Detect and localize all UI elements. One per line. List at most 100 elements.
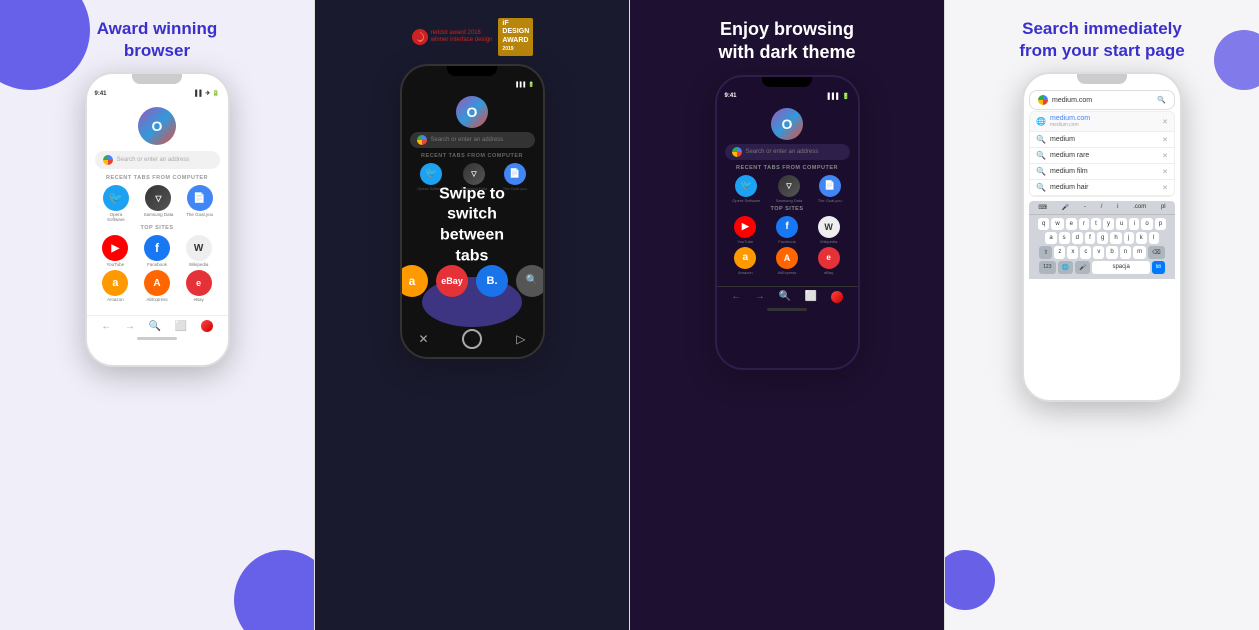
suggestion-1[interactable]: 🔍 medium ✕	[1030, 132, 1174, 148]
forward-icon[interactable]: →	[125, 321, 135, 332]
deco-shape-tr	[1214, 30, 1259, 90]
suggestion-close-4[interactable]: ✕	[1162, 184, 1168, 192]
search-bar-3[interactable]: Search or enter an address	[725, 144, 850, 160]
signal-2: ▌▌▌ 🔋	[516, 82, 534, 88]
search-icon-4: 🔍	[1036, 183, 1046, 192]
search-3[interactable]: 🔍	[779, 291, 791, 302]
key-x[interactable]: x	[1067, 246, 1078, 259]
key-c[interactable]: c	[1080, 246, 1091, 259]
search-bar-dark[interactable]: Search or enter an address	[410, 132, 535, 148]
recent-icons-row: 🐦 Opera Software ▽ Samsung Data 📄 The Go…	[95, 185, 220, 222]
facebook-label: Facebook	[147, 262, 167, 267]
key-return[interactable]: ldi	[1152, 261, 1165, 274]
top-sites-row2: a Amazon A AliExpress e eBay	[95, 270, 220, 302]
key-y[interactable]: y	[1103, 218, 1114, 230]
key-a[interactable]: a	[1045, 232, 1056, 244]
key-123[interactable]: 123	[1039, 261, 1055, 274]
panel-3-title: Enjoy browsingwith dark theme	[718, 18, 855, 65]
home-indicator	[137, 337, 177, 340]
suggestion-2[interactable]: 🔍 medium rare ✕	[1030, 148, 1174, 164]
key-n[interactable]: n	[1120, 246, 1131, 259]
panel-dark-theme: Enjoy browsingwith dark theme 9:41 ▌▌▌ 🔋…	[630, 0, 944, 630]
search-bar-active[interactable]: medium.com 🔍	[1029, 90, 1175, 110]
search-bar[interactable]: Search or enter an address	[95, 151, 220, 169]
key-k[interactable]: k	[1136, 232, 1147, 244]
key-l[interactable]: l	[1149, 232, 1159, 244]
doc-label: The Goal.you	[186, 212, 213, 217]
key-r[interactable]: r	[1079, 218, 1089, 230]
icon-doc-3: 📄 The Goal.you	[818, 175, 842, 203]
suggestion-medium-rare: medium rare	[1050, 152, 1158, 159]
vero-icon-3: ▽	[778, 175, 800, 197]
key-backspace[interactable]: ⌫	[1148, 246, 1164, 259]
reddot-text: reddot award 2018winner interface design	[431, 30, 493, 44]
key-t[interactable]: t	[1091, 218, 1101, 230]
key-g[interactable]: g	[1097, 232, 1108, 244]
key-h[interactable]: h	[1110, 232, 1121, 244]
key-pl: pl	[1161, 204, 1166, 211]
twitter-icon-3: 🐦	[735, 175, 757, 197]
wiki-label-3: Wikipedia	[820, 239, 837, 244]
search-clear[interactable]: 🔍	[1157, 96, 1166, 104]
key-shift[interactable]: ⇧	[1039, 246, 1052, 259]
status-bar-2: ▌▌▌ 🔋	[402, 80, 543, 90]
opera-nav-icon[interactable]	[201, 320, 213, 332]
phone-notch	[132, 74, 182, 84]
key-i[interactable]: i	[1129, 218, 1139, 230]
key-globe[interactable]: 🌐	[1058, 261, 1073, 274]
back-icon[interactable]: ←	[101, 321, 111, 332]
recent-icons-3: 🐦 Opera Software ▽ Samsung Data 📄 The Go…	[725, 175, 850, 203]
site-icon: 🌐	[1036, 117, 1046, 126]
home-indicator-3	[767, 308, 807, 311]
opera-logo-2: O	[456, 96, 488, 128]
key-f[interactable]: f	[1085, 232, 1095, 244]
forward-3[interactable]: →	[755, 291, 765, 302]
key-w[interactable]: w	[1051, 218, 1063, 230]
suggestion-3[interactable]: 🔍 medium film ✕	[1030, 164, 1174, 180]
key-d[interactable]: d	[1072, 232, 1083, 244]
opera-nav-3[interactable]	[831, 291, 843, 303]
facebook-icon-3: f	[776, 216, 798, 238]
key-p[interactable]: p	[1155, 218, 1166, 230]
tabs-3[interactable]: ⬜	[805, 291, 817, 302]
phone-content-4: medium.com 🔍 🌐 medium.com medium.com ✕ 🔍…	[1024, 88, 1180, 281]
if-badge: iFDESIGNAWARD2019	[498, 18, 533, 56]
suggestion-close-0[interactable]: ✕	[1162, 118, 1168, 126]
key-o[interactable]: o	[1141, 218, 1152, 230]
key-q[interactable]: q	[1038, 218, 1049, 230]
vero-icon: ▽	[145, 185, 171, 211]
signal-3: ▌▌▌ 🔋	[828, 93, 850, 100]
key-z[interactable]: z	[1054, 246, 1065, 259]
floating-icons-row: a eBay B. 🔍	[400, 265, 545, 297]
back-3[interactable]: ←	[731, 291, 741, 302]
ebay-icon: e	[186, 270, 212, 296]
tabs-icon[interactable]: ⬜	[175, 321, 187, 332]
suggestion-close-1[interactable]: ✕	[1162, 136, 1168, 144]
key-row-3: ⇧ z x c v b n m ⌫	[1031, 246, 1173, 259]
icon-wiki: W Wikipedia	[186, 235, 212, 267]
suggestions-list: 🌐 medium.com medium.com ✕ 🔍 medium ✕ 🔍 m…	[1029, 111, 1175, 197]
suggestion-0[interactable]: 🌐 medium.com medium.com ✕	[1030, 112, 1174, 132]
key-v[interactable]: v	[1093, 246, 1104, 259]
suggestion-suburl: medium.com	[1050, 122, 1158, 128]
suggestion-close-3[interactable]: ✕	[1162, 168, 1168, 176]
key-b[interactable]: b	[1106, 246, 1117, 259]
icon-vero-3: ▽ Samsung Data	[776, 175, 802, 203]
key-j[interactable]: j	[1124, 232, 1134, 244]
search-nav-icon[interactable]: 🔍	[149, 321, 161, 332]
panel-1-title: Award winningbrowser	[97, 18, 218, 62]
key-e[interactable]: e	[1066, 218, 1077, 230]
key-space[interactable]: spacja	[1092, 261, 1149, 274]
key-u[interactable]: u	[1116, 218, 1127, 230]
key-s[interactable]: s	[1059, 232, 1070, 244]
phone-mockup-3: 9:41 ▌▌▌ 🔋 O Search or enter an address …	[715, 75, 860, 370]
suggestion-close-2[interactable]: ✕	[1162, 152, 1168, 160]
icon-amazon: a Amazon	[102, 270, 128, 302]
deco-shape-bl	[945, 550, 995, 610]
key-microphone[interactable]: 🎤	[1075, 261, 1090, 274]
doc-icon-3: 📄	[819, 175, 841, 197]
key-m[interactable]: m	[1133, 246, 1146, 259]
amazon-icon-3: a	[734, 247, 756, 269]
suggestion-4[interactable]: 🔍 medium hair ✕	[1030, 180, 1174, 196]
search-value: medium.com	[1052, 97, 1153, 104]
